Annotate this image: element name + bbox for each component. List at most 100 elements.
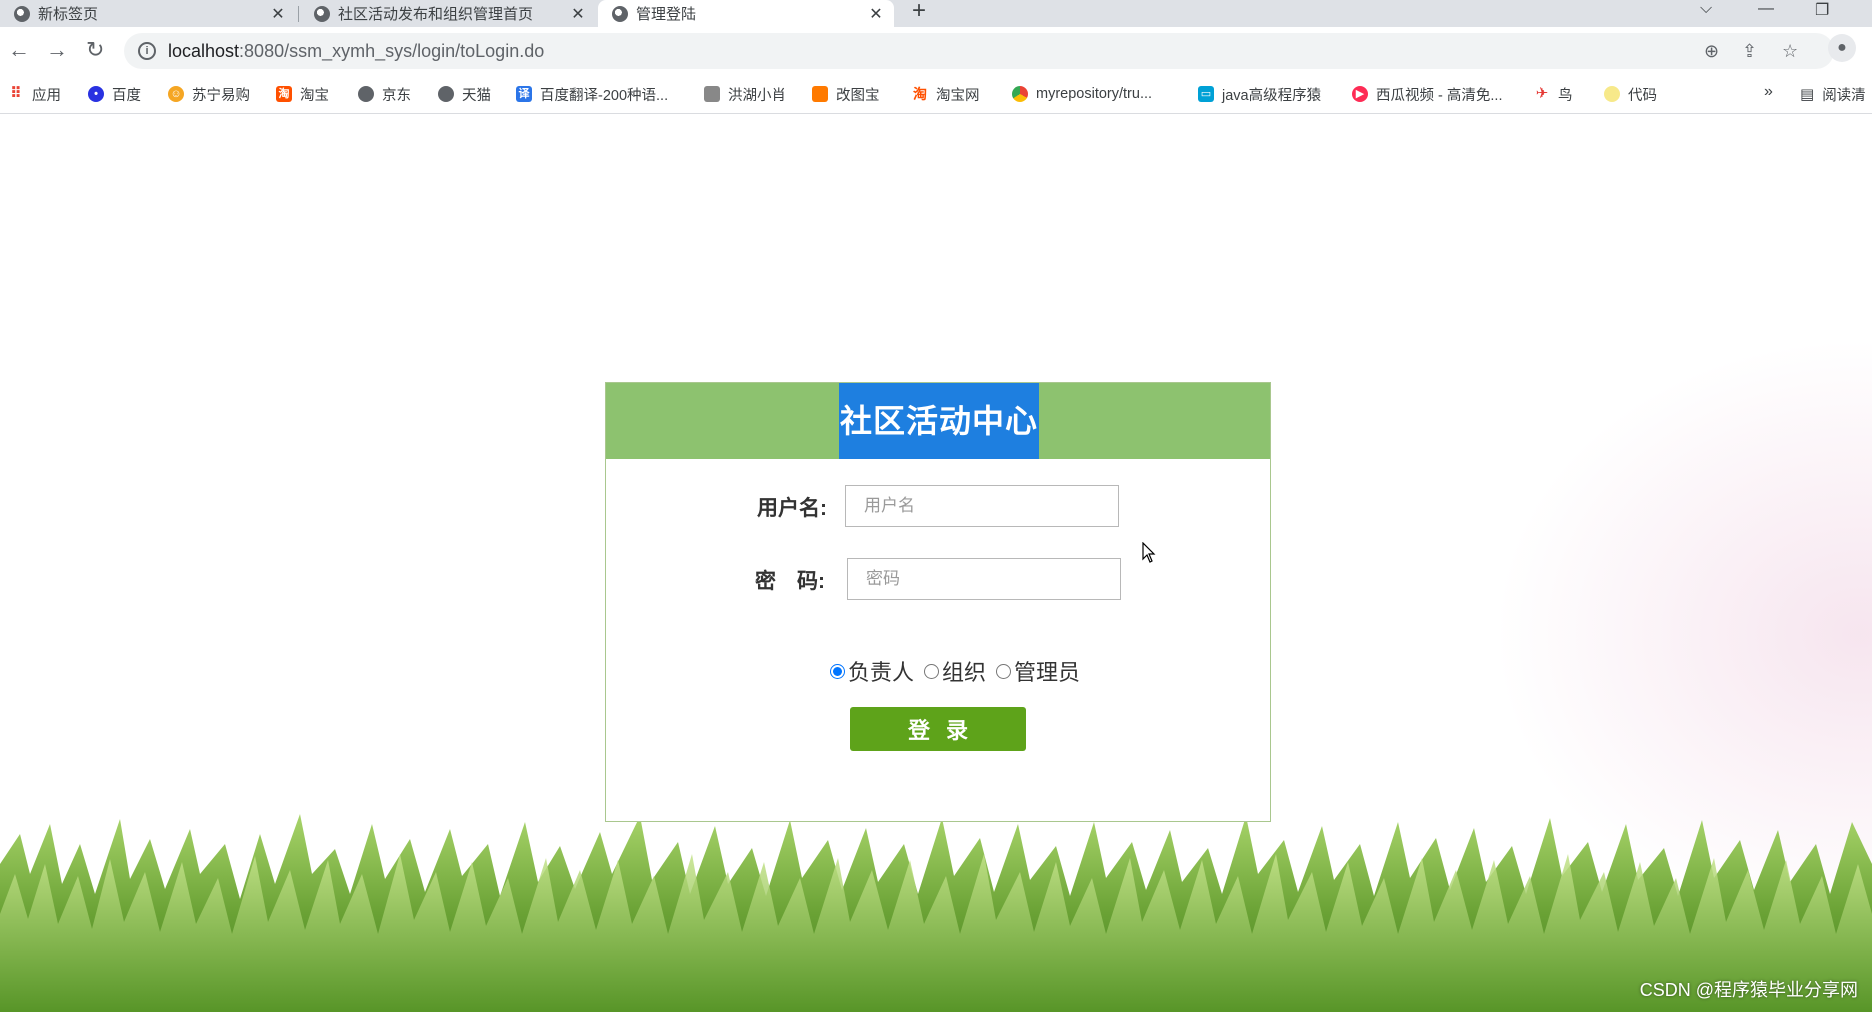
role-option-admin[interactable]: 管理员 xyxy=(996,655,1080,687)
url-host: localhost xyxy=(168,40,240,61)
close-icon[interactable]: ✕ xyxy=(866,4,886,24)
mouse-cursor-icon xyxy=(1142,542,1156,563)
reading-list-label: 阅读清 xyxy=(1822,87,1866,104)
bookmark-label: myrepository/tru... xyxy=(1036,86,1153,102)
hongh-icon xyxy=(704,86,720,102)
bookmark-label: 改图宝 xyxy=(836,87,880,104)
bookmark-label: 苏宁易购 xyxy=(192,87,250,104)
bookmark-apps[interactable]: ⠿ 应用 xyxy=(8,75,61,113)
gaitubao-icon xyxy=(812,86,828,102)
bookmark-star-icon[interactable]: ☆ xyxy=(1782,41,1798,62)
address-bar[interactable]: i localhost:8080/ssm_xymh_sys/login/toLo… xyxy=(124,33,1834,69)
role-option-leader[interactable]: 负责人 xyxy=(830,655,914,687)
bookmark-xigua[interactable]: ▶ 西瓜视频 - 高清免... xyxy=(1352,75,1502,113)
reading-list[interactable]: ▤ 阅读清 xyxy=(1800,75,1866,113)
minimize-icon[interactable]: — xyxy=(1758,0,1774,18)
xigua-icon: ▶ xyxy=(1352,86,1368,102)
tab-divider xyxy=(298,6,299,22)
url-text[interactable]: localhost:8080/ssm_xymh_sys/login/toLogi… xyxy=(168,41,544,62)
bookmark-label: 天猫 xyxy=(462,87,491,104)
url-path: :8080/ssm_xymh_sys/login/toLogin.do xyxy=(239,40,545,61)
tab-title: 社区活动发布和组织管理首页 xyxy=(338,6,534,23)
bookmark-label: 洪湖小肖 xyxy=(728,87,786,104)
suning-icon: ☺ xyxy=(168,86,184,102)
tab-admin-login[interactable]: 管理登陆 ✕ xyxy=(598,0,894,27)
baidu-paw-icon: • xyxy=(88,86,104,102)
tab-new-tab[interactable]: 新标签页 ✕ xyxy=(0,0,296,27)
reading-list-icon: ▤ xyxy=(1800,86,1815,103)
bookmark-label: 代码 xyxy=(1628,87,1657,104)
bookmarks-bar: ⠿ 应用 • 百度 ☺ 苏宁易购 淘 淘宝 京东 天猫 译 百度翻译-200种语… xyxy=(0,75,1872,114)
role-radio-admin[interactable] xyxy=(996,663,1012,679)
back-arrow-icon[interactable]: ← xyxy=(8,37,30,63)
tab-search-chevron-icon[interactable]: ⌵ xyxy=(1700,0,1712,18)
chrome-tab-icon xyxy=(14,5,30,22)
role-radio-group: 负责人 组织 管理员 xyxy=(830,655,1090,687)
chrome-icon xyxy=(1012,86,1028,102)
bookmark-tmall[interactable]: 天猫 xyxy=(438,75,491,113)
close-icon[interactable]: ✕ xyxy=(568,4,588,24)
grass-background-image xyxy=(0,814,1872,1012)
password-label: 密 码: xyxy=(755,570,825,593)
site-info-icon[interactable]: i xyxy=(138,42,156,60)
role-radio-leader[interactable] xyxy=(830,663,845,679)
bookmark-java[interactable]: ▭ java高级程序猿 xyxy=(1198,75,1321,113)
share-icon[interactable]: ⇪ xyxy=(1742,41,1757,62)
bookmark-gaitubao[interactable]: 改图宝 xyxy=(812,75,880,113)
translate-icon: 译 xyxy=(516,86,532,102)
bookmark-label: 鸟 xyxy=(1558,87,1573,104)
taobao-icon: 淘 xyxy=(276,86,292,102)
bookmark-code[interactable]: 代码 xyxy=(1604,75,1657,113)
forward-arrow-icon[interactable]: → xyxy=(46,37,68,63)
reload-icon[interactable]: ↻ xyxy=(86,37,104,63)
bookmark-label: 应用 xyxy=(32,87,61,104)
bookmark-taobao-net[interactable]: 淘 淘宝网 xyxy=(912,75,980,113)
login-panel: 社区活动中心 用户名: 密 码: 负责人 组织 管理员 登录 xyxy=(605,382,1271,822)
zoom-icon[interactable]: ⊕ xyxy=(1704,41,1719,62)
bookmark-honghu[interactable]: 洪湖小肖 xyxy=(704,75,786,113)
role-label: 负责人 xyxy=(848,660,915,685)
globe-icon xyxy=(438,86,454,102)
login-title: 社区活动中心 xyxy=(839,383,1040,459)
bookmark-baidu-translate[interactable]: 译 百度翻译-200种语... xyxy=(516,75,668,113)
profile-avatar-icon[interactable]: ● xyxy=(1828,34,1856,62)
tab-title: 管理登陆 xyxy=(636,6,697,23)
apps-grid-icon: ⠿ xyxy=(10,85,22,102)
login-header: 社区活动中心 xyxy=(606,383,1270,459)
role-label: 管理员 xyxy=(1014,660,1081,685)
bookmark-label: java高级程序猿 xyxy=(1222,87,1322,104)
bookmark-suning[interactable]: ☺ 苏宁易购 xyxy=(168,75,250,113)
tab-community-home[interactable]: 社区活动发布和组织管理首页 ✕ xyxy=(300,0,596,27)
role-radio-organization[interactable] xyxy=(924,663,940,679)
bookmark-bird[interactable]: ✈ 鸟 xyxy=(1534,75,1573,113)
new-tab-plus-icon[interactable]: + xyxy=(912,0,926,23)
username-input[interactable] xyxy=(845,485,1119,527)
bird-icon: ✈ xyxy=(1535,85,1549,102)
bookmark-myrepository[interactable]: myrepository/tru... xyxy=(1012,75,1152,113)
role-label: 组织 xyxy=(942,660,987,685)
password-input[interactable] xyxy=(847,558,1121,600)
bookmark-label: 百度翻译-200种语... xyxy=(540,87,669,104)
globe-icon xyxy=(612,5,628,22)
bookmark-label: 京东 xyxy=(382,87,411,104)
restore-icon[interactable]: ❐ xyxy=(1815,0,1829,20)
close-icon[interactable]: ✕ xyxy=(268,4,288,24)
bookmark-label: 淘宝网 xyxy=(936,87,980,104)
csdn-watermark: CSDN @程序猿毕业分享网 xyxy=(1639,980,1858,1000)
page-viewport: CSDN @程序猿毕业分享网 社区活动中心 用户名: 密 码: 负责人 组织 管… xyxy=(0,114,1872,1012)
bookmark-jd[interactable]: 京东 xyxy=(358,75,411,113)
browser-tab-strip: 新标签页 ✕ 社区活动发布和组织管理首页 ✕ 管理登陆 ✕ + ⌵ — ❐ xyxy=(0,0,1872,27)
bookmark-label: 西瓜视频 - 高清免... xyxy=(1376,87,1503,104)
more-bookmarks-chevron-icon[interactable]: » xyxy=(1764,83,1773,101)
bookmark-taobao[interactable]: 淘 淘宝 xyxy=(276,75,329,113)
bookmark-baidu[interactable]: • 百度 xyxy=(88,75,141,113)
code-icon xyxy=(1604,86,1620,102)
browser-toolbar: ← → ↻ i localhost:8080/ssm_xymh_sys/logi… xyxy=(0,27,1872,75)
role-option-organization[interactable]: 组织 xyxy=(924,655,986,687)
bookmark-label: 百度 xyxy=(112,87,141,104)
globe-icon xyxy=(358,86,374,102)
login-button[interactable]: 登录 xyxy=(850,707,1026,751)
bilibili-icon: ▭ xyxy=(1198,86,1214,102)
globe-icon xyxy=(314,5,330,22)
tab-title: 新标签页 xyxy=(38,6,99,23)
